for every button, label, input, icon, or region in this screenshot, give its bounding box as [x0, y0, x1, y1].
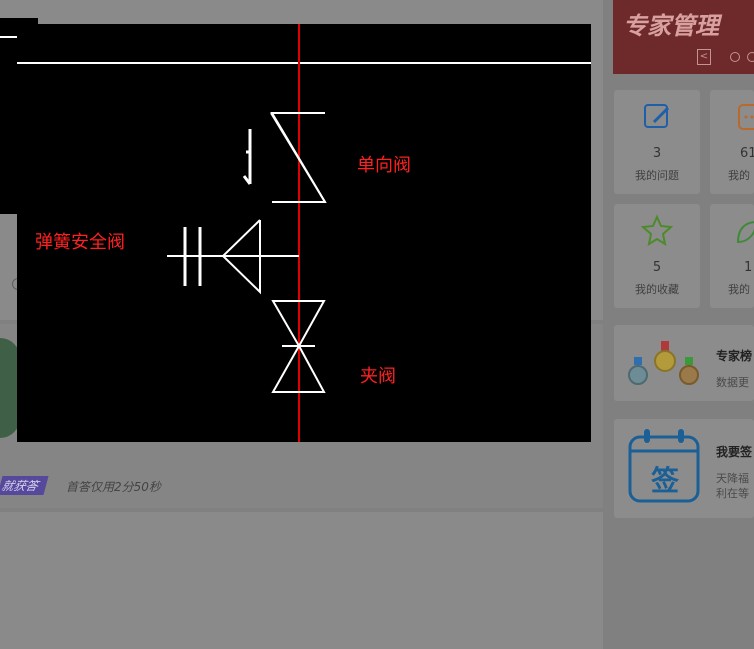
calendar-icon: 签: [628, 427, 702, 505]
banner-title: 专家管理: [623, 12, 719, 40]
banner-prev-button[interactable]: <: [697, 49, 711, 65]
stat-count: 1: [744, 260, 753, 275]
ranking-title: 专家榜: [716, 349, 753, 363]
checkin-line2: 利在等: [716, 487, 749, 500]
content-card-bottom: [0, 512, 603, 649]
cad-valve-diagram[interactable]: 单向阀 弹簧安全阀 夹阀: [17, 24, 591, 442]
check-valve-symbol: [242, 112, 327, 203]
checkin-icon-text: 签: [650, 464, 679, 497]
edit-icon: [614, 102, 700, 136]
safety-valve-label: 弹簧安全阀: [35, 232, 125, 253]
stat-label: 我的: [728, 169, 750, 182]
message-icon: [738, 104, 754, 136]
stat-label: 我的收藏: [635, 283, 679, 296]
stat-count: 61: [740, 146, 754, 161]
stat-count: 5: [652, 260, 662, 275]
checkin-line1: 天降福: [716, 472, 749, 485]
stat-count: 3: [652, 146, 662, 161]
stat-label: 我的问题: [635, 169, 679, 182]
stat-tile-leaf[interactable]: 1 我的: [710, 204, 754, 308]
leaf-icon: [736, 218, 754, 250]
star-icon: [614, 214, 700, 250]
check-valve-label: 单向阀: [357, 155, 411, 176]
first-answer-time: 首答仅用2分50秒: [66, 480, 161, 494]
banner-dot[interactable]: [747, 52, 754, 62]
checkin-card[interactable]: 签 我要签 天降福 利在等: [614, 419, 754, 518]
stat-tile-questions[interactable]: 3 我的问题: [614, 90, 700, 194]
expert-ranking-card[interactable]: 专家榜 数据更: [614, 325, 754, 401]
safety-valve-symbol: [167, 219, 299, 295]
stat-tile-favorites[interactable]: 5 我的收藏: [614, 204, 700, 308]
ranking-subtitle: 数据更: [716, 376, 749, 389]
answered-badge: 就获答: [0, 476, 49, 495]
pinch-valve-label: 夹阀: [360, 366, 396, 387]
stat-label: 我的: [728, 283, 750, 296]
checkin-title: 我要签: [716, 445, 753, 459]
expert-banner[interactable]: 专家管理 <: [613, 0, 754, 74]
stat-tile-messages[interactable]: 61 我的: [710, 90, 754, 194]
banner-dot[interactable]: [730, 52, 740, 62]
medals-icon: [628, 339, 702, 393]
